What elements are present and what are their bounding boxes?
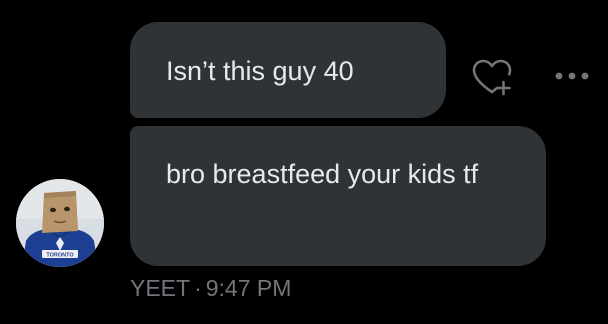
- message-text: bro breastfeed your kids tf: [166, 159, 479, 189]
- sender-name[interactable]: YEET: [130, 275, 190, 301]
- message-timestamp: 9:47 PM: [205, 275, 292, 301]
- avatar-shirt-text: TORONTO: [46, 253, 74, 259]
- meta-separator: ·: [194, 275, 202, 301]
- message-bubble[interactable]: bro breastfeed your kids tf: [130, 126, 546, 266]
- heart-plus-icon[interactable]: [470, 56, 514, 100]
- message-meta: YEET · 9:47 PM: [130, 273, 291, 303]
- message-bubble[interactable]: Isn’t this guy 40: [130, 22, 446, 118]
- avatar-image: TORONTO: [16, 179, 104, 267]
- avatar[interactable]: TORONTO: [16, 179, 104, 267]
- message-text: Isn’t this guy 40: [166, 56, 354, 86]
- more-horizontal-icon[interactable]: [552, 66, 592, 86]
